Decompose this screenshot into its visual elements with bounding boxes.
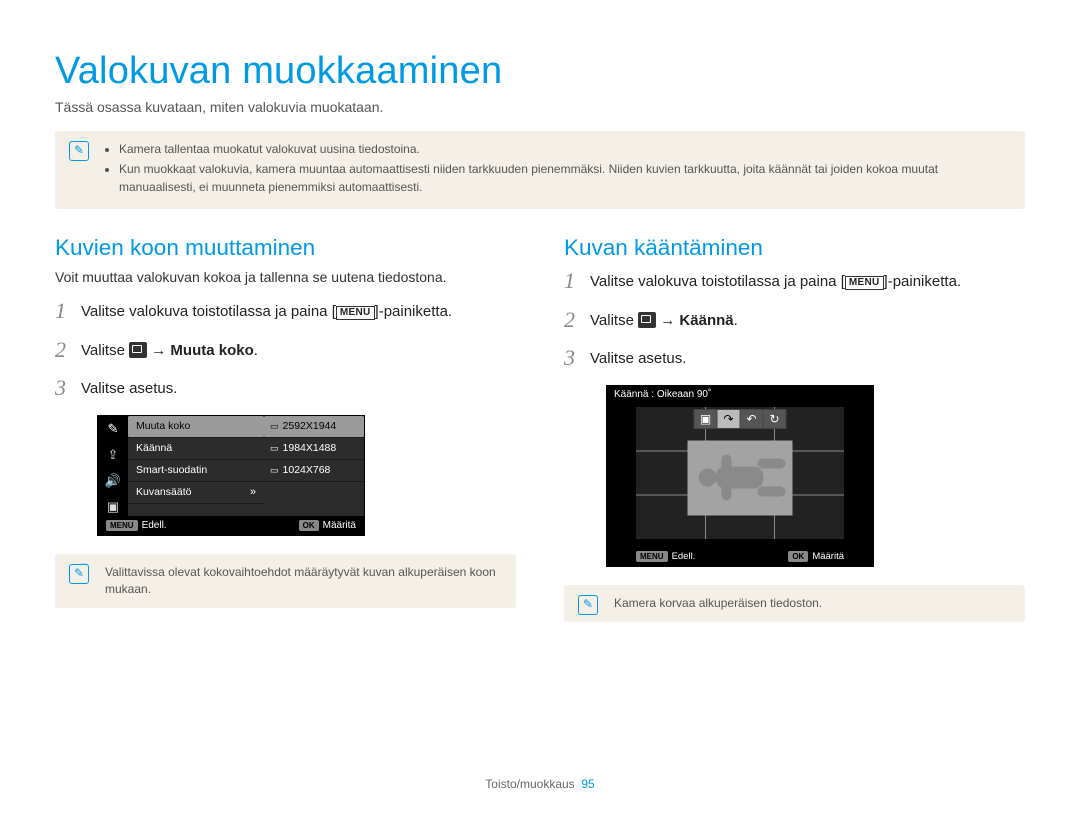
photo-icon: ▭ (270, 465, 279, 476)
size-option: ▭1984X1488 (264, 438, 364, 460)
ok-button-icon: OK (299, 520, 319, 531)
rotate-left-90-icon: ↶ (741, 410, 763, 428)
menu-item-resize: Muuta koko (128, 416, 264, 438)
step-2-left: 2 Valitse → Muuta koko. (55, 338, 516, 363)
left-note-box: ✎ Valittavissa olevat kokovaihtoehdot mä… (55, 554, 516, 609)
size-option: ▭1024X768 (264, 460, 364, 482)
page-subtitle: Tässä osassa kuvataan, miten valokuvia m… (55, 99, 1025, 115)
display-tab-icon: ▣ (103, 498, 123, 516)
rotate-flip-icon: ↻ (764, 410, 786, 428)
rotate-canvas: ▣ ↷ ↶ ↻ (636, 407, 844, 539)
page-title: Valokuvan muokkaaminen (55, 50, 1025, 93)
menu-button-icon: MENU (106, 520, 138, 531)
step-text: ]-painiketta. (884, 273, 962, 290)
step-text: Valitse (590, 312, 638, 329)
step-text: . (254, 342, 258, 359)
camera-resize-menu-illustration: ✎ ⇪ 🔊 ▣ Muuta koko Käännä Smart-suodatin… (97, 415, 365, 536)
right-note-box: ✎ Kamera korvaa alkuperäisen tiedoston. (564, 585, 1025, 622)
step-number: 2 (55, 338, 71, 362)
share-tab-icon: ⇪ (103, 446, 123, 464)
camera-size-list: ▭2592X1944 ▭1984X1488 ▭1024X768 (264, 416, 364, 516)
step-text-bold: Muuta koko (170, 342, 253, 359)
edit-tab-icon: ✎ (103, 420, 123, 438)
step-text: → (656, 312, 679, 329)
note-icon: ✎ (69, 141, 89, 161)
right-note-text: Kamera korvaa alkuperäisen tiedoston. (614, 596, 822, 610)
note-icon: ✎ (69, 564, 89, 584)
step-3-left: 3 Valitse asetus. (55, 376, 516, 401)
step-text: Valitse asetus. (590, 346, 1025, 371)
photo-icon: ▭ (270, 443, 279, 454)
footer-page-number: 95 (581, 777, 594, 791)
section-title-resize: Kuvien koon muuttaminen (55, 235, 516, 261)
person-silhouette-icon (688, 440, 793, 515)
menu-button-icon: MENU (636, 551, 668, 562)
step-number: 2 (564, 308, 580, 332)
edit-mode-icon (129, 342, 147, 358)
camera-sidebar: ✎ ⇪ 🔊 ▣ (98, 416, 128, 516)
rotate-title: Käännä : Oikeaan 90˚ (606, 385, 874, 404)
section-title-rotate: Kuvan kääntäminen (564, 235, 1025, 261)
edit-mode-icon (638, 312, 656, 328)
footer-ok-label: Määritä (323, 520, 356, 531)
menu-button-icon: MENU (845, 276, 884, 290)
rotate-original-icon: ▣ (695, 410, 717, 428)
step-text: ]-painiketta. (375, 303, 453, 320)
step-text: → (147, 342, 170, 359)
top-note-item: Kun muokkaat valokuvia, kamera muuntaa a… (119, 161, 1009, 196)
step-3-right: 3 Valitse asetus. (564, 346, 1025, 371)
size-option: ▭2592X1944 (264, 416, 364, 438)
step-number: 1 (564, 269, 580, 293)
step-text-bold: Käännä (679, 312, 733, 329)
step-text: Valitse valokuva toistotilassa ja paina … (590, 273, 845, 290)
step-1-right: 1 Valitse valokuva toistotilassa ja pain… (564, 269, 1025, 294)
ok-button-icon: OK (788, 551, 808, 562)
top-note-item: Kamera tallentaa muokatut valokuvat uusi… (119, 141, 1009, 158)
footer-prev-label: Edell. (142, 520, 167, 531)
menu-item-adjust: Kuvansäätö » (128, 482, 264, 504)
step-number: 3 (564, 346, 580, 370)
photo-icon: ▭ (270, 421, 279, 432)
menu-item-rotate: Käännä (128, 438, 264, 460)
section-sub-resize: Voit muuttaa valokuvan kokoa ja tallenna… (55, 269, 516, 285)
rotate-options-strip: ▣ ↷ ↶ ↻ (694, 409, 787, 429)
rotate-right-90-icon: ↷ (718, 410, 740, 428)
step-2-right: 2 Valitse → Käännä. (564, 308, 1025, 333)
page-footer: Toisto/muokkaus 95 (0, 777, 1080, 791)
camera-footer: MENU Edell. OK Määritä (606, 546, 874, 567)
more-arrow-icon: » (250, 486, 256, 498)
camera-footer: MENU Edell. OK Määritä (98, 516, 364, 535)
step-text: . (734, 312, 738, 329)
step-number: 3 (55, 376, 71, 400)
sound-tab-icon: 🔊 (103, 472, 123, 490)
left-note-text: Valittavissa olevat kokovaihtoehdot määr… (105, 565, 496, 596)
top-note-box: ✎ Kamera tallentaa muokatut valokuvat uu… (55, 131, 1025, 209)
step-text: Valitse asetus. (81, 376, 516, 401)
camera-menu-list: Muuta koko Käännä Smart-suodatin Kuvansä… (128, 416, 264, 516)
step-1-left: 1 Valitse valokuva toistotilassa ja pain… (55, 299, 516, 324)
footer-section-label: Toisto/muokkaus (485, 777, 574, 791)
menu-item-smartfilter: Smart-suodatin (128, 460, 264, 482)
camera-rotate-illustration: Käännä : Oikeaan 90˚ ▣ ↷ ↶ ↻ (606, 385, 874, 567)
footer-ok-label: Määritä (812, 551, 844, 562)
step-number: 1 (55, 299, 71, 323)
note-icon: ✎ (578, 595, 598, 615)
menu-button-icon: MENU (336, 306, 375, 320)
step-text: Valitse valokuva toistotilassa ja paina … (81, 303, 336, 320)
footer-prev-label: Edell. (672, 551, 696, 562)
step-text: Valitse (81, 342, 129, 359)
